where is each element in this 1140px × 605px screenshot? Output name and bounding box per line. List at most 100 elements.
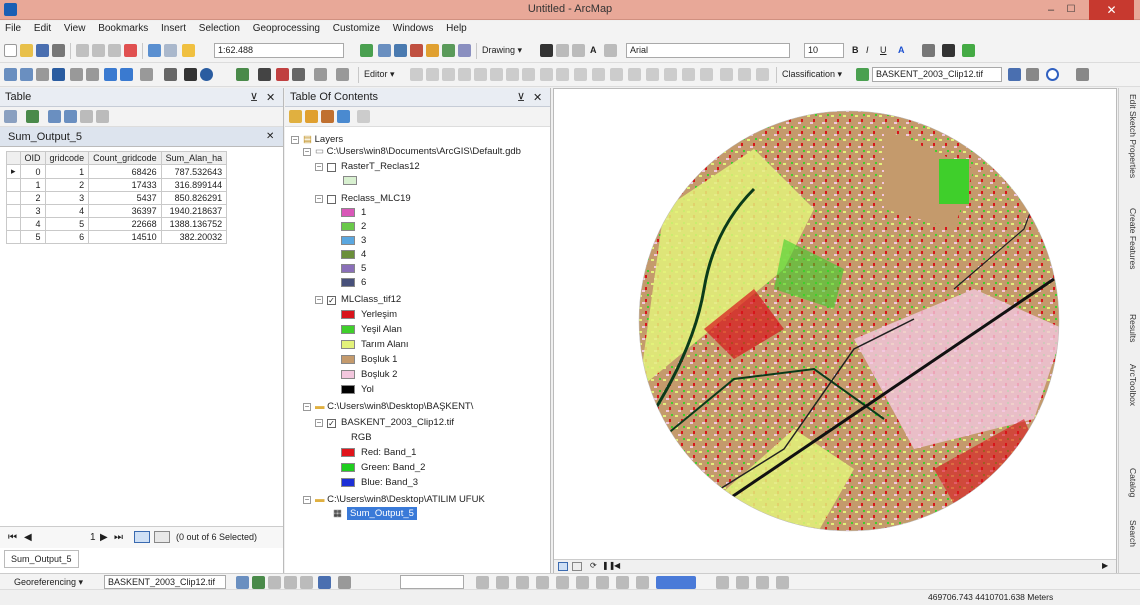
select-elements-icon[interactable]: [540, 44, 553, 57]
previous-record-button[interactable]: ◀: [24, 532, 32, 543]
dock-tab-arctoolbox[interactable]: ArcToolbox: [1122, 364, 1138, 406]
redo-icon[interactable]: [164, 44, 177, 57]
add-control-points-icon[interactable]: [284, 576, 297, 589]
toc-table-sum-output[interactable]: Sum_Output_5: [347, 507, 417, 520]
new-displacement-link-icon[interactable]: [496, 576, 509, 589]
table-close-icon[interactable]: ✕: [266, 91, 275, 104]
split-icon[interactable]: [474, 68, 487, 81]
list-by-visibility-icon[interactable]: [321, 110, 334, 123]
zoom-out-icon[interactable]: [20, 68, 33, 81]
copy-icon[interactable]: [92, 44, 105, 57]
column-header[interactable]: OID: [19, 151, 46, 165]
bold-button[interactable]: B: [852, 45, 859, 55]
menu-help[interactable]: Help: [441, 21, 472, 36]
show-all-records-icon[interactable]: [134, 531, 150, 543]
table-row[interactable]: 2 3 5437 850.826291: [6, 191, 228, 205]
rotate-icon[interactable]: [556, 44, 569, 57]
layer-visibility-checkbox[interactable]: [327, 163, 336, 172]
rotate-feature-icon[interactable]: [490, 68, 503, 81]
sketch-properties-icon[interactable]: [522, 68, 535, 81]
validate-topology-icon[interactable]: [646, 68, 659, 81]
limited-adjustment-icon[interactable]: [576, 576, 589, 589]
data-view-button[interactable]: [558, 562, 568, 571]
menu-bookmarks[interactable]: Bookmarks: [93, 21, 153, 36]
catalog-window-icon[interactable]: [394, 44, 407, 57]
map-topology-icon[interactable]: [628, 68, 641, 81]
new-text-icon[interactable]: A: [590, 45, 597, 55]
expand-toggle[interactable]: −: [315, 195, 323, 203]
scroll-right-icon[interactable]: ▶: [1102, 561, 1108, 570]
find-icon[interactable]: [236, 68, 249, 81]
reshape-tool-icon[interactable]: [756, 576, 769, 589]
error-inspector-icon[interactable]: [682, 68, 695, 81]
preview-icon[interactable]: [616, 576, 629, 589]
table-tab[interactable]: Sum_Output_5 ✕: [0, 127, 283, 147]
layer-baskent-clip[interactable]: BASKENT_2003_Clip12.tif: [341, 417, 454, 428]
font-size-field[interactable]: 10: [804, 43, 844, 58]
expand-toggle[interactable]: −: [303, 148, 311, 156]
training-manager-icon[interactable]: [1008, 68, 1021, 81]
classification-layer-dropdown[interactable]: BASKENT_2003_Clip12.tif: [872, 67, 1002, 82]
delete-selected-icon[interactable]: [96, 110, 109, 123]
last-record-button[interactable]: ⏭: [114, 532, 123, 543]
rotate-tool-icon[interactable]: [236, 576, 249, 589]
expand-toggle[interactable]: −: [315, 296, 323, 304]
first-record-button[interactable]: ⏮: [8, 532, 17, 543]
column-header[interactable]: gridcode: [44, 151, 90, 165]
new-document-icon[interactable]: [4, 44, 17, 57]
fixed-zoom-in-icon[interactable]: [70, 68, 83, 81]
pan-icon[interactable]: [36, 68, 49, 81]
shift-tool-icon[interactable]: [252, 576, 265, 589]
hyperlink-icon[interactable]: [314, 68, 327, 81]
dock-tab-create-features[interactable]: Create Features: [1122, 208, 1138, 269]
select-elements-tool-icon[interactable]: [184, 68, 197, 81]
view-link-table-icon[interactable]: [300, 576, 313, 589]
italic-button[interactable]: I: [866, 45, 869, 55]
menu-file[interactable]: File: [0, 21, 26, 36]
editor-menu[interactable]: Editor ▾: [364, 69, 395, 80]
table-row[interactable]: ▸ 0 1 68426 787.532643: [6, 164, 228, 179]
menu-selection[interactable]: Selection: [194, 21, 245, 36]
georeferencing-menu[interactable]: Georeferencing ▾: [14, 577, 83, 588]
training-sample-icon[interactable]: [856, 68, 869, 81]
georef-layer-dropdown[interactable]: BASKENT_2003_Clip12.tif: [104, 575, 226, 589]
expand-toggle[interactable]: −: [291, 136, 299, 144]
delete-icon[interactable]: [124, 44, 137, 57]
underline-button[interactable]: U: [880, 45, 887, 55]
clip-icon[interactable]: [738, 68, 751, 81]
table-tab-close-icon[interactable]: ✕: [266, 131, 274, 142]
zoom-in-icon[interactable]: [4, 68, 17, 81]
back-extent-icon[interactable]: [104, 68, 117, 81]
column-header[interactable]: Sum_Alan_ha: [160, 151, 228, 165]
row-selector[interactable]: [6, 204, 21, 218]
union-icon[interactable]: [720, 68, 733, 81]
undo-icon[interactable]: [148, 44, 161, 57]
expand-toggle[interactable]: −: [303, 403, 311, 411]
table-row[interactable]: 4 5 22668 1388.136752: [6, 217, 228, 231]
column-header[interactable]: Count_gridcode: [88, 151, 162, 165]
dock-tab-edit-sketch-properties[interactable]: Edit Sketch Properties: [1122, 94, 1138, 178]
fill-color-icon[interactable]: [922, 44, 935, 57]
go-to-xy-icon[interactable]: [276, 68, 289, 81]
list-by-selection-icon[interactable]: [337, 110, 350, 123]
layer-visibility-checkbox[interactable]: ✓: [327, 419, 336, 428]
viewer-icon[interactable]: [318, 576, 331, 589]
table-options-icon[interactable]: [4, 110, 17, 123]
expand-toggle[interactable]: −: [303, 496, 311, 504]
modify-link-icon[interactable]: [516, 576, 529, 589]
layer-visibility-checkbox[interactable]: ✓: [327, 296, 336, 305]
map-view[interactable]: ⟳ ❚❚ ◀ ▶: [553, 88, 1117, 573]
paste-icon[interactable]: [108, 44, 121, 57]
fix-topology-icon[interactable]: [664, 68, 677, 81]
add-data-icon[interactable]: [182, 44, 195, 57]
maximize-button[interactable]: ☐: [1064, 4, 1078, 16]
select-by-attributes-icon[interactable]: [48, 110, 61, 123]
menu-view[interactable]: View: [59, 21, 91, 36]
font-color-icon[interactable]: A: [898, 45, 905, 55]
fixed-zoom-out-icon[interactable]: [86, 68, 99, 81]
list-by-source-icon[interactable]: [305, 110, 318, 123]
full-extent-icon[interactable]: [52, 68, 65, 81]
callout-icon[interactable]: [604, 44, 617, 57]
table-row[interactable]: 5 6 14510 382.20032: [6, 230, 228, 244]
adjust-icon[interactable]: [636, 576, 649, 589]
